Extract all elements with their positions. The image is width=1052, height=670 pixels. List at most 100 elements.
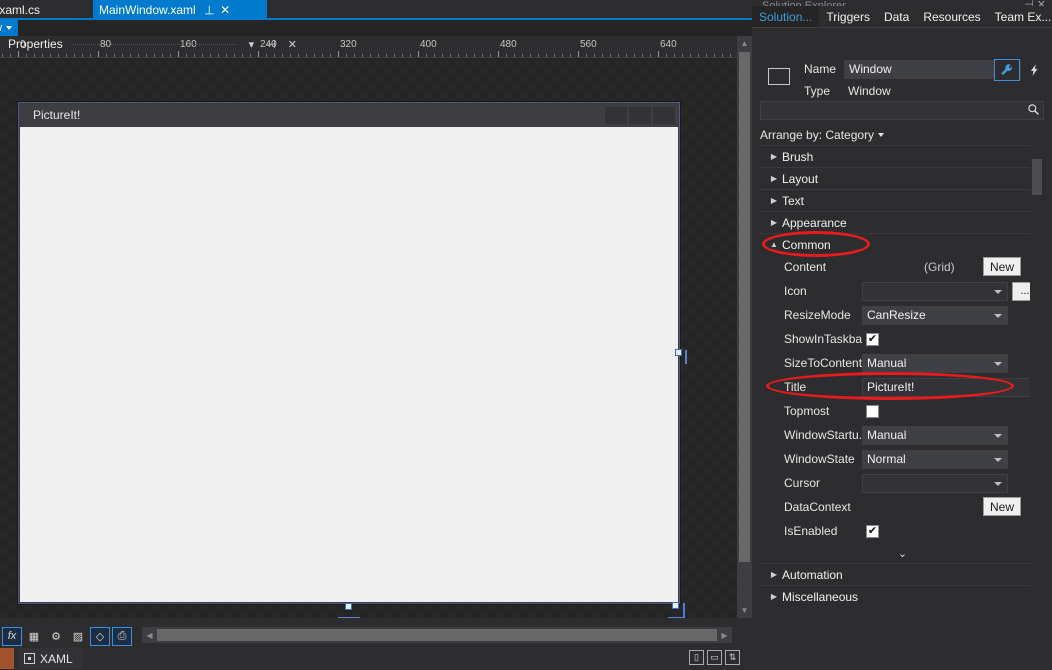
properties-list-scrollbar[interactable] <box>1030 145 1044 605</box>
ruler-tick-minor <box>306 54 307 57</box>
properties-list[interactable]: ▶ Brush ▶ Layout ▶ Text ▶ Appearance ▲ Common Cont… <box>760 145 1045 605</box>
editor-tab-mainwindow-xaml[interactable]: MainWindow.xaml ⊣ ✕ <box>93 0 267 19</box>
property-category-appearance[interactable]: ▶ Appearance <box>760 211 1045 233</box>
show-more-properties-chevron-icon[interactable]: ⌄ <box>760 543 1045 563</box>
tab-data[interactable]: Data <box>877 6 916 28</box>
property-row: ShowInTaskbar ✔ <box>760 327 1045 351</box>
name-label: Name <box>804 62 837 76</box>
properties-scrollbar-thumb[interactable] <box>1032 159 1042 195</box>
snap-to-gridlines-icon[interactable]: ◇ <box>90 626 110 646</box>
vertical-scrollbar-thumb[interactable] <box>739 52 750 562</box>
chevron-right-icon: ▶ <box>770 196 778 205</box>
ruler-tick-minor <box>426 54 427 57</box>
right-resize-grip[interactable] <box>685 350 687 364</box>
grid-icon[interactable]: ▦ <box>24 627 44 646</box>
chevron-down-icon[interactable]: ▾ <box>246 38 258 51</box>
property-name-sizetocontent: SizeToContent <box>784 356 862 370</box>
pin-icon[interactable]: ⊣ <box>202 4 216 14</box>
search-icon[interactable] <box>1027 103 1040 119</box>
property-value-input-title[interactable] <box>862 377 1040 397</box>
right-middle-resize-handle[interactable] <box>675 349 682 356</box>
tab-resources[interactable]: Resources <box>916 6 987 28</box>
horizontal-scrollbar-thumb[interactable] <box>157 629 717 641</box>
property-combobox-sizetocontent[interactable]: Manual <box>862 353 1008 373</box>
editor-tab-codebehind[interactable]: w.xaml.cs <box>0 0 82 19</box>
design-canvas[interactable]: PictureIt! <box>0 58 737 618</box>
property-editor: Manual <box>862 351 1045 375</box>
property-category-automation[interactable]: ▶ Automation <box>760 563 1045 585</box>
ruler-tick-minor <box>538 54 539 57</box>
property-category-layout[interactable]: ▶ Layout <box>760 167 1045 189</box>
close-icon[interactable]: ✕ <box>220 4 230 16</box>
ruler-tick-minor <box>690 54 691 57</box>
close-icon[interactable]: ✕ <box>285 38 300 51</box>
tab-triggers[interactable]: Triggers <box>819 6 877 28</box>
property-combobox-windowstate[interactable]: Normal <box>862 449 1008 469</box>
tab-solution-explorer[interactable]: Solution... <box>752 6 820 28</box>
bottom-middle-resize-handle[interactable] <box>345 603 352 610</box>
transparency-grid-icon[interactable]: ▨ <box>68 627 88 646</box>
new-button-content[interactable]: New <box>983 257 1021 276</box>
property-category-text[interactable]: ▶ Text <box>760 189 1045 211</box>
effects-fx-icon[interactable]: fx <box>2 626 22 646</box>
header-dotted-separator <box>72 43 236 45</box>
tab-label: Team Ex... <box>994 10 1052 24</box>
design-view-tab[interactable] <box>0 648 14 669</box>
property-category-miscellaneous[interactable]: ▶ Miscellaneous <box>760 585 1045 605</box>
arrange-by-dropdown[interactable]: Arrange by: Category <box>760 126 1052 144</box>
scroll-left-arrow-icon[interactable]: ◀ <box>142 627 157 643</box>
property-name-icon: Icon <box>784 284 807 298</box>
corner-adorner-horizontal <box>668 617 685 618</box>
snap-to-snaplines-icon[interactable]: ⎙ <box>112 626 132 646</box>
combobox-value: CanResize <box>867 308 926 322</box>
property-combobox-windowstartu-[interactable]: Manual <box>862 425 1008 445</box>
designer-vertical-scrollbar[interactable]: ▲ ▼ <box>737 36 752 618</box>
properties-window-header: Properties ▾ ⊣ ✕ <box>8 34 300 54</box>
horizontal-split-button[interactable]: ▭ <box>707 650 722 665</box>
property-combobox-cursor[interactable] <box>862 473 1008 493</box>
tab-team-explorer[interactable]: Team Ex... <box>988 6 1052 28</box>
ruler-tick-minor <box>362 54 363 57</box>
ruler-tick-minor <box>330 54 331 57</box>
property-category-brush[interactable]: ▶ Brush <box>760 145 1045 167</box>
ruler-tick-minor <box>490 54 491 57</box>
property-checkbox-showintaskbar[interactable]: ✔ <box>866 332 879 346</box>
bottom-right-resize-handle[interactable] <box>672 602 679 609</box>
property-combobox-icon[interactable] <box>862 281 1008 301</box>
property-row: SizeToContent Manual <box>760 351 1045 375</box>
bottom-resize-grip[interactable] <box>338 617 360 618</box>
ruler-tick-minor <box>650 54 651 57</box>
swap-panes-button[interactable]: ⇅ <box>725 650 740 665</box>
ruler-tick-minor <box>34 54 35 57</box>
design-window-preview[interactable]: PictureIt! <box>18 102 680 604</box>
vertical-split-button[interactable]: ▯ <box>689 650 704 665</box>
new-button-datacontext[interactable]: New <box>983 497 1021 516</box>
scroll-down-arrow-icon[interactable]: ▼ <box>737 603 752 618</box>
snap-settings-icon[interactable]: ⚙ <box>46 627 66 646</box>
property-checkbox-isenabled[interactable]: ✔ <box>866 524 879 538</box>
combobox-value: Manual <box>867 428 907 442</box>
wrench-icon[interactable] <box>994 59 1020 81</box>
lightning-icon[interactable] <box>1021 59 1047 81</box>
property-row: DataContext New <box>760 495 1045 519</box>
ruler-tick-minor <box>226 54 227 57</box>
pin-icon[interactable]: ⊣ <box>263 38 279 51</box>
property-category-common[interactable]: ▲ Common <box>760 233 1045 255</box>
property-row: ResizeMode CanResize <box>760 303 1045 327</box>
ruler-tick-minor <box>410 54 411 57</box>
ruler-tick-minor <box>114 54 115 57</box>
property-combobox-resizemode[interactable]: CanResize <box>862 305 1008 325</box>
design-window-client-area[interactable] <box>20 127 678 602</box>
scroll-right-arrow-icon[interactable]: ▶ <box>717 627 732 643</box>
editor-tab-label: MainWindow.xaml <box>99 2 196 17</box>
ruler-tick-minor <box>274 54 275 57</box>
ruler-tick-minor <box>642 54 643 57</box>
xaml-view-tab[interactable]: XAML <box>18 648 83 669</box>
ruler-tick-minor <box>154 54 155 57</box>
property-checkbox-topmost[interactable] <box>866 404 879 418</box>
designer-horizontal-scrollbar[interactable]: ◀ ▶ <box>142 627 732 643</box>
search-input[interactable] <box>760 101 1044 120</box>
ruler-tick-minor <box>394 54 395 57</box>
ruler-tick-minor <box>234 54 235 57</box>
scroll-up-arrow-icon[interactable]: ▲ <box>737 36 752 51</box>
